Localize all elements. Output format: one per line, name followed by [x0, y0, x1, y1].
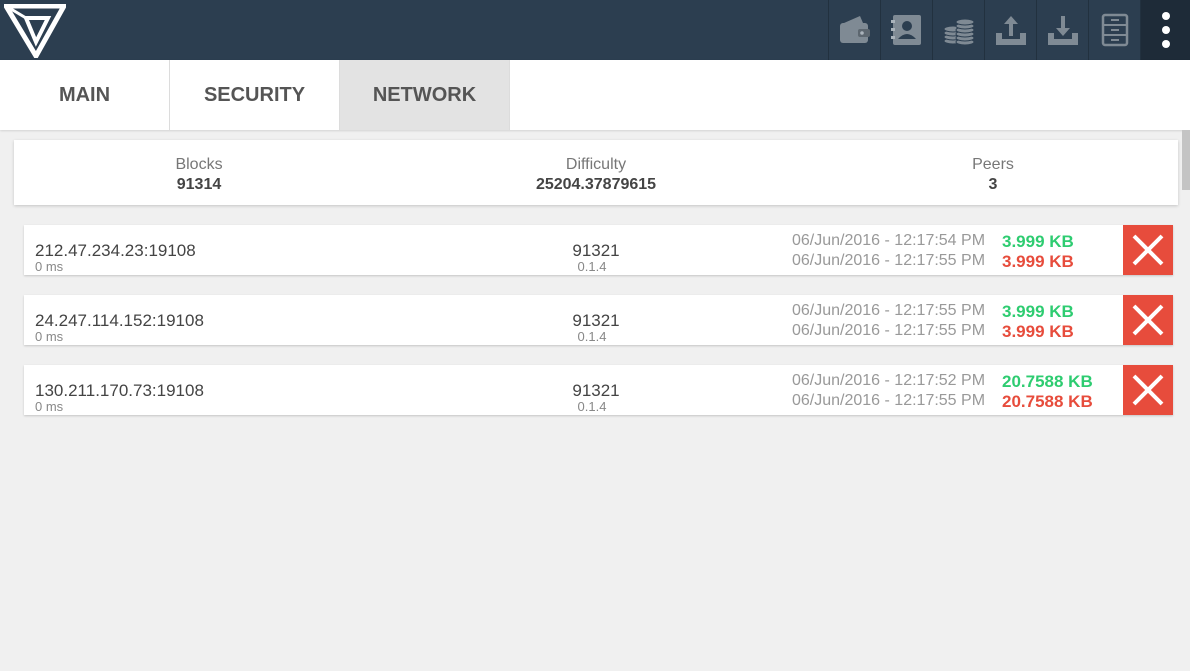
- peers-value: 3: [988, 176, 998, 193]
- tab-network[interactable]: NETWORK: [340, 60, 510, 130]
- peer-ping: 0 ms: [35, 329, 64, 344]
- peer-block-height: 91321: [572, 241, 620, 260]
- more-menu-button[interactable]: [1140, 0, 1190, 60]
- close-icon: [1132, 374, 1164, 406]
- disconnect-peer-button[interactable]: [1123, 225, 1173, 275]
- peer-bytes-received: 3.999 KB: [1002, 252, 1074, 271]
- scrollbar[interactable]: [1182, 130, 1190, 671]
- storage-cabinet-icon: [1101, 13, 1128, 47]
- peer-block-height: 91321: [572, 311, 620, 330]
- peer-last-send-time: 06/Jun/2016 - 12:17:54 PM: [792, 232, 986, 249]
- peer-address: 212.47.234.23:19108: [35, 241, 196, 260]
- peer-bytes-received: 3.999 KB: [1002, 322, 1074, 341]
- blocks-label: Blocks: [175, 156, 223, 173]
- peer-version: 0.1.4: [577, 329, 607, 344]
- storage-button[interactable]: [1088, 0, 1140, 60]
- peers-label: Peers: [972, 156, 1014, 173]
- peer-version: 0.1.4: [577, 259, 607, 274]
- difficulty-label: Difficulty: [565, 156, 627, 173]
- disconnect-peer-button[interactable]: [1123, 295, 1173, 345]
- receive-button[interactable]: [1036, 0, 1088, 60]
- peer-bytes-sent: 3.999 KB: [1002, 302, 1074, 321]
- peer-row: 130.211.170.73:19108 0 ms 91321 0.1.4 06…: [24, 365, 1173, 415]
- peer-ping: 0 ms: [35, 259, 64, 274]
- peer-address: 24.247.114.152:19108: [35, 311, 204, 330]
- coins-icon: [943, 18, 974, 46]
- coins-button[interactable]: [932, 0, 984, 60]
- peer-last-receive-time: 06/Jun/2016 - 12:17:55 PM: [792, 392, 986, 409]
- peer-last-send-time: 06/Jun/2016 - 12:17:52 PM: [792, 372, 986, 389]
- peer-version: 0.1.4: [577, 399, 607, 414]
- contacts-button[interactable]: [880, 0, 932, 60]
- wallet-button[interactable]: [828, 0, 880, 60]
- toolbar: [828, 0, 1190, 60]
- peer-last-send-time: 06/Jun/2016 - 12:17:55 PM: [792, 302, 986, 319]
- disconnect-peer-button[interactable]: [1123, 365, 1173, 415]
- wallet-icon: [839, 16, 870, 43]
- tab-bar: MAIN SECURITY NETWORK: [0, 60, 1190, 130]
- difficulty-stat: Difficulty 25204.37879615: [476, 155, 716, 195]
- peer-block-height: 91321: [572, 381, 620, 400]
- close-icon: [1132, 304, 1164, 336]
- send-upload-icon: [995, 16, 1026, 45]
- peer-row: 24.247.114.152:19108 0 ms 91321 0.1.4 06…: [24, 295, 1173, 345]
- scrollbar-thumb[interactable]: [1182, 130, 1190, 190]
- network-stats-card: Blocks 91314 Difficulty 25204.37879615 P…: [14, 140, 1178, 205]
- send-button[interactable]: [984, 0, 1036, 60]
- address-book-icon: [890, 15, 921, 45]
- tab-main[interactable]: MAIN: [0, 60, 170, 130]
- peer-last-receive-time: 06/Jun/2016 - 12:17:55 PM: [792, 252, 986, 269]
- blocks-stat: Blocks 91314: [79, 155, 319, 195]
- peers-stat: Peers 3: [873, 155, 1113, 195]
- tab-security[interactable]: SECURITY: [170, 60, 340, 130]
- difficulty-value: 25204.37879615: [535, 176, 657, 193]
- top-bar: [0, 0, 1190, 60]
- peer-address: 130.211.170.73:19108: [35, 381, 204, 400]
- peer-last-receive-time: 06/Jun/2016 - 12:17:55 PM: [792, 322, 986, 339]
- v-logo-icon[interactable]: [4, 4, 66, 58]
- blocks-value: 91314: [176, 176, 222, 193]
- peer-bytes-sent: 20.7588 KB: [1002, 372, 1093, 391]
- peer-bytes-received: 20.7588 KB: [1002, 392, 1093, 411]
- more-vertical-icon: [1161, 12, 1170, 48]
- receive-download-icon: [1047, 16, 1078, 45]
- peer-row: 212.47.234.23:19108 0 ms 91321 0.1.4 06/…: [24, 225, 1173, 275]
- close-icon: [1132, 234, 1164, 266]
- peer-bytes-sent: 3.999 KB: [1002, 232, 1074, 251]
- peer-ping: 0 ms: [35, 399, 64, 414]
